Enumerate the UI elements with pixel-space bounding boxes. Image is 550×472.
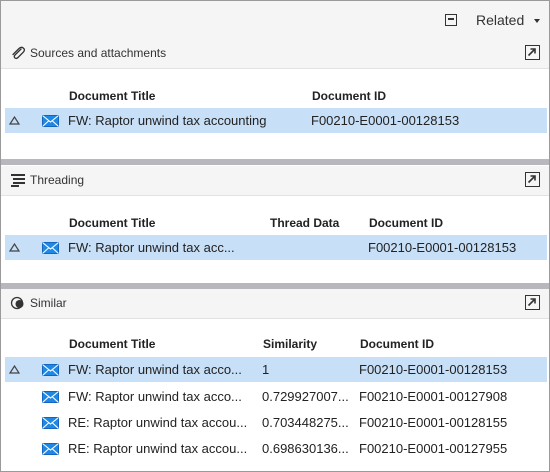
email-icon xyxy=(42,364,59,376)
column-header-document-title[interactable]: Document Title xyxy=(69,216,155,230)
similarity-cell: 0.729927007... xyxy=(262,389,349,404)
sources-panel: Sources and attachments Document Title D… xyxy=(1,39,549,159)
similarity-cell: 0.703448275... xyxy=(262,415,349,430)
threading-icon xyxy=(11,174,25,187)
document-id-cell: F00210-E0001-00128153 xyxy=(359,362,508,377)
panel-splitter[interactable] xyxy=(1,159,549,165)
table-row[interactable]: FW: Raptor unwind tax accounting F00210-… xyxy=(5,108,547,133)
table-row[interactable]: FW: Raptor unwind tax acco... 1 F00210-E… xyxy=(5,357,547,382)
related-toolbar: Related xyxy=(1,1,549,39)
threading-panel: Threading Document Title Thread Data Doc… xyxy=(1,166,549,283)
document-id-cell: F00210-E0001-00128153 xyxy=(311,113,460,128)
tree-expander-icon[interactable] xyxy=(9,365,20,374)
table-row[interactable]: FW: Raptor unwind tax acco... 0.72992700… xyxy=(5,384,547,409)
similar-panel-title: Similar xyxy=(30,296,67,310)
document-title-cell: FW: Raptor unwind tax accounting xyxy=(68,113,267,128)
table-row[interactable]: RE: Raptor unwind tax accou... 0.7034482… xyxy=(5,410,547,435)
table-row[interactable]: RE: Raptor unwind tax accou... 0.6986301… xyxy=(5,436,547,461)
similar-panel: Similar Document Title Similarity Docume… xyxy=(1,289,549,471)
related-pane: Related Sources and attachments Document… xyxy=(0,0,550,472)
table-row[interactable]: FW: Raptor unwind tax acc... F00210-E000… xyxy=(5,235,547,260)
paperclip-icon xyxy=(12,46,26,60)
email-icon xyxy=(42,417,59,429)
column-header-document-title[interactable]: Document Title xyxy=(69,337,155,351)
email-icon xyxy=(42,443,59,455)
similarity-cell: 1 xyxy=(262,362,270,377)
column-header-thread-data[interactable]: Thread Data xyxy=(270,216,339,230)
document-title-cell: RE: Raptor unwind tax accou... xyxy=(68,415,248,430)
sources-panel-header: Sources and attachments xyxy=(1,39,549,69)
email-icon xyxy=(42,391,59,403)
collapse-icon[interactable] xyxy=(445,14,457,26)
similarity-cell: 0.698630136... xyxy=(262,441,349,456)
email-icon xyxy=(42,115,59,127)
document-id-cell: F00210-E0001-00128153 xyxy=(368,240,517,255)
tree-expander-icon[interactable] xyxy=(9,116,20,125)
threading-panel-header: Threading xyxy=(1,166,549,196)
document-title-cell: FW: Raptor unwind tax acco... xyxy=(68,362,242,377)
expand-icon[interactable] xyxy=(525,295,540,310)
column-header-document-id[interactable]: Document ID xyxy=(312,89,386,103)
document-id-cell: F00210-E0001-00128155 xyxy=(359,415,508,430)
expand-icon[interactable] xyxy=(525,45,540,60)
expand-icon[interactable] xyxy=(525,172,540,187)
document-title-cell: FW: Raptor unwind tax acco... xyxy=(68,389,242,404)
document-title-cell: FW: Raptor unwind tax acc... xyxy=(68,240,235,255)
column-header-document-title[interactable]: Document Title xyxy=(69,89,155,103)
similar-icon xyxy=(10,296,24,310)
column-header-document-id[interactable]: Document ID xyxy=(360,337,434,351)
column-header-similarity[interactable]: Similarity xyxy=(263,337,317,351)
sources-panel-title: Sources and attachments xyxy=(30,46,167,60)
threading-panel-title: Threading xyxy=(30,173,85,187)
document-id-cell: F00210-E0001-00127908 xyxy=(359,389,508,404)
similar-panel-header: Similar xyxy=(1,289,549,319)
related-dropdown-label[interactable]: Related xyxy=(476,12,524,28)
chevron-down-icon[interactable] xyxy=(534,19,540,23)
document-title-cell: RE: Raptor unwind tax accou... xyxy=(68,441,248,456)
tree-expander-icon[interactable] xyxy=(9,243,20,252)
email-icon xyxy=(42,242,59,254)
column-header-document-id[interactable]: Document ID xyxy=(369,216,443,230)
document-id-cell: F00210-E0001-00127955 xyxy=(359,441,508,456)
